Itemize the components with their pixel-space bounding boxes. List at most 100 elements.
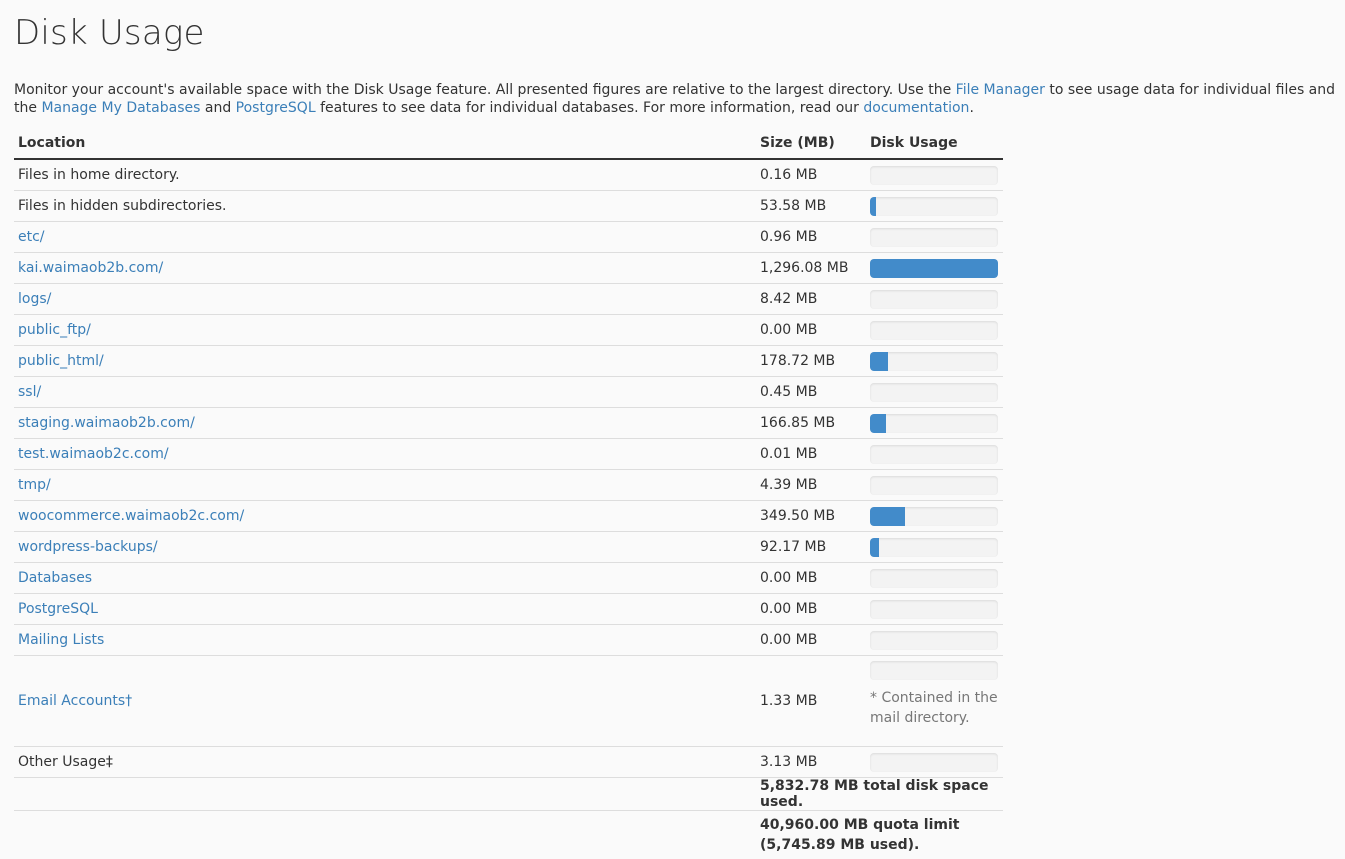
location-label-other-usage: Other Usage‡ [18, 754, 113, 770]
table-row-other-usage: Other Usage‡ 3.13 MB [14, 747, 1003, 778]
usage-bar-fill [870, 197, 876, 216]
location-link-wordpress-backups[interactable]: wordpress-backups/ [18, 539, 158, 555]
disk-usage-cell [866, 532, 1003, 563]
total-spacer [14, 778, 756, 811]
disk-usage-cell [866, 439, 1003, 470]
table-row-mailing-lists: Mailing Lists 0.00 MB [14, 625, 1003, 656]
usage-bar-logs [870, 290, 998, 309]
disk-usage-cell [866, 191, 1003, 222]
disk-usage-cell: * Contained in the mail directory. [866, 656, 1003, 747]
location-cell: logs/ [14, 284, 756, 315]
disk-usage-cell [866, 315, 1003, 346]
disk-usage-table: Location Size (MB) Disk Usage Files in h… [14, 127, 1003, 859]
disk-usage-cell [866, 159, 1003, 191]
location-cell: PostgreSQL [14, 594, 756, 625]
disk-usage-cell [866, 470, 1003, 501]
usage-bar-files-home [870, 166, 998, 185]
location-link-mailing-lists[interactable]: Mailing Lists [18, 632, 104, 648]
file-manager-link[interactable]: File Manager [956, 82, 1045, 98]
size-cell-ssl: 0.45 MB [756, 377, 866, 408]
disk-usage-cell [866, 253, 1003, 284]
location-link-test-waimaob2c[interactable]: test.waimaob2c.com/ [18, 446, 169, 462]
usage-bar-mailing-lists [870, 631, 998, 650]
size-cell-test-waimaob2c: 0.01 MB [756, 439, 866, 470]
location-label-files-home: Files in home directory. [18, 167, 180, 183]
table-row-kai-waimaob2b: kai.waimaob2b.com/1,296.08 MB [14, 253, 1003, 284]
table-row-email-accounts: Email Accounts† 1.33 MB* Contained in the… [14, 656, 1003, 747]
table-row-files-hidden: Files in hidden subdirectories.53.58 MB [14, 191, 1003, 222]
size-cell-mailing-lists: 0.00 MB [756, 625, 866, 656]
location-cell: Files in hidden subdirectories. [14, 191, 756, 222]
table-body: Files in home directory.0.16 MBFiles in … [14, 159, 1003, 859]
location-link-logs[interactable]: logs/ [18, 291, 51, 307]
size-cell-tmp: 4.39 MB [756, 470, 866, 501]
location-link-tmp[interactable]: tmp/ [18, 477, 51, 493]
size-cell-databases: 0.00 MB [756, 563, 866, 594]
usage-bar-kai-waimaob2b [870, 259, 998, 278]
size-cell-wordpress-backups: 92.17 MB [756, 532, 866, 563]
size-cell-public-html: 178.72 MB [756, 346, 866, 377]
usage-bar-fill [870, 259, 998, 278]
size-cell-kai-waimaob2b: 1,296.08 MB [756, 253, 866, 284]
location-link-kai-waimaob2b[interactable]: kai.waimaob2b.com/ [18, 260, 163, 276]
location-label-files-hidden: Files in hidden subdirectories. [18, 198, 227, 214]
size-cell-staging-waimaob2b: 166.85 MB [756, 408, 866, 439]
disk-usage-cell [866, 747, 1003, 778]
table-row-public-html: public_html/178.72 MB [14, 346, 1003, 377]
location-cell: Other Usage‡ [14, 747, 756, 778]
usage-bar-other-usage [870, 753, 998, 772]
table-header-row: Location Size (MB) Disk Usage [14, 127, 1003, 159]
usage-bar-databases [870, 569, 998, 588]
disk-usage-cell [866, 408, 1003, 439]
size-cell-files-home: 0.16 MB [756, 159, 866, 191]
size-cell-email-accounts: 1.33 MB [756, 656, 866, 747]
usage-bar-fill [870, 414, 886, 433]
location-cell: kai.waimaob2b.com/ [14, 253, 756, 284]
table-row-ssl: ssl/0.45 MB [14, 377, 1003, 408]
usage-bar-email-accounts [870, 661, 998, 680]
description-text-5: . [969, 100, 973, 116]
usage-bar-wordpress-backups [870, 538, 998, 557]
usage-bar-woocommerce-waimaob2c [870, 507, 998, 526]
location-link-email-accounts[interactable]: Email Accounts† [18, 693, 132, 709]
disk-usage-cell [866, 284, 1003, 315]
documentation-link[interactable]: documentation [863, 100, 969, 116]
location-link-etc[interactable]: etc/ [18, 229, 45, 245]
location-cell: Files in home directory. [14, 159, 756, 191]
size-cell-public-ftp: 0.00 MB [756, 315, 866, 346]
size-cell-other-usage: 3.13 MB [756, 747, 866, 778]
usage-bar-fill [870, 538, 879, 557]
table-row-files-home: Files in home directory. 0.16 MB [14, 159, 1003, 191]
size-column-header: Size (MB) [756, 127, 866, 159]
location-link-ssl[interactable]: ssl/ [18, 384, 41, 400]
location-cell: public_ftp/ [14, 315, 756, 346]
disk-usage-cell [866, 501, 1003, 532]
disk-usage-cell [866, 346, 1003, 377]
description-text-1: Monitor your account's available space w… [14, 82, 956, 98]
location-link-postgresql[interactable]: PostgreSQL [18, 601, 98, 617]
table-row-staging-waimaob2b: staging.waimaob2b.com/166.85 MB [14, 408, 1003, 439]
size-cell-etc: 0.96 MB [756, 222, 866, 253]
location-link-public-ftp[interactable]: public_ftp/ [18, 322, 91, 338]
total-disk-space: 5,832.78 MB total disk space used. [756, 778, 1003, 811]
manage-databases-link[interactable]: Manage My Databases [41, 100, 200, 116]
page-description: Monitor your account's available space w… [14, 81, 1339, 117]
table-row-tmp: tmp/4.39 MB [14, 470, 1003, 501]
table-row-wordpress-backups: wordpress-backups/92.17 MB [14, 532, 1003, 563]
location-link-staging-waimaob2b[interactable]: staging.waimaob2b.com/ [18, 415, 195, 431]
location-link-public-html[interactable]: public_html/ [18, 353, 104, 369]
usage-bar-test-waimaob2c [870, 445, 998, 464]
mail-directory-note: * Contained in the mail directory. [870, 688, 999, 728]
location-cell: Databases [14, 563, 756, 594]
location-link-woocommerce-waimaob2c[interactable]: woocommerce.waimaob2c.com/ [18, 508, 244, 524]
location-cell: Email Accounts† [14, 656, 756, 747]
usage-bar-tmp [870, 476, 998, 495]
disk-usage-column-header: Disk Usage [866, 127, 1003, 159]
location-link-databases[interactable]: Databases [18, 570, 92, 586]
postgresql-link[interactable]: PostgreSQL [236, 100, 316, 116]
location-cell: wordpress-backups/ [14, 532, 756, 563]
usage-bar-etc [870, 228, 998, 247]
location-cell: etc/ [14, 222, 756, 253]
location-cell: woocommerce.waimaob2c.com/ [14, 501, 756, 532]
table-row-woocommerce-waimaob2c: woocommerce.waimaob2c.com/349.50 MB [14, 501, 1003, 532]
